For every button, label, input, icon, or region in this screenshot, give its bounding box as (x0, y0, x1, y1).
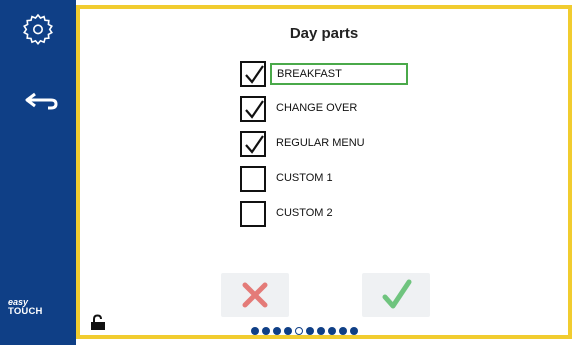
page-dot (306, 327, 314, 335)
page-title: Day parts (289, 25, 359, 42)
page-dot (251, 327, 259, 335)
option-label[interactable]: BREAKFAST (270, 63, 408, 85)
page-dot (317, 327, 325, 335)
checkbox-regular-menu[interactable] (240, 131, 266, 157)
checkbox-custom-2[interactable] (240, 201, 266, 227)
option-label[interactable]: CUSTOM 1 (270, 168, 408, 190)
confirm-button[interactable] (362, 273, 430, 317)
page-dot (328, 327, 336, 335)
back-arrow-icon[interactable] (24, 90, 60, 112)
page-indicator (251, 327, 411, 335)
main-panel: Day parts BREAKFAST CHANGE OVER REGULAR … (76, 5, 572, 339)
page-dot (262, 327, 270, 335)
checkbox-breakfast[interactable] (240, 61, 266, 87)
page-dot (339, 327, 347, 335)
brand-line-2: TOUCH (8, 306, 43, 317)
confirm-check-icon (382, 279, 412, 309)
option-label[interactable]: REGULAR MENU (270, 133, 408, 155)
unlocked-padlock-icon[interactable] (90, 314, 106, 331)
page-dot (350, 327, 358, 335)
sidebar: easy TOUCH (0, 0, 76, 345)
option-label[interactable]: CUSTOM 2 (270, 203, 408, 225)
checkbox-change-over[interactable] (240, 96, 266, 122)
page-dot (284, 327, 292, 335)
gear-icon[interactable] (20, 12, 56, 48)
page-dot (273, 327, 281, 335)
cancel-x-icon (242, 282, 268, 308)
cancel-button[interactable] (221, 273, 289, 317)
checkbox-custom-1[interactable] (240, 166, 266, 192)
brand-logo: easy TOUCH (8, 297, 68, 317)
option-label[interactable]: CHANGE OVER (270, 98, 408, 120)
page-dot-current (295, 327, 303, 335)
